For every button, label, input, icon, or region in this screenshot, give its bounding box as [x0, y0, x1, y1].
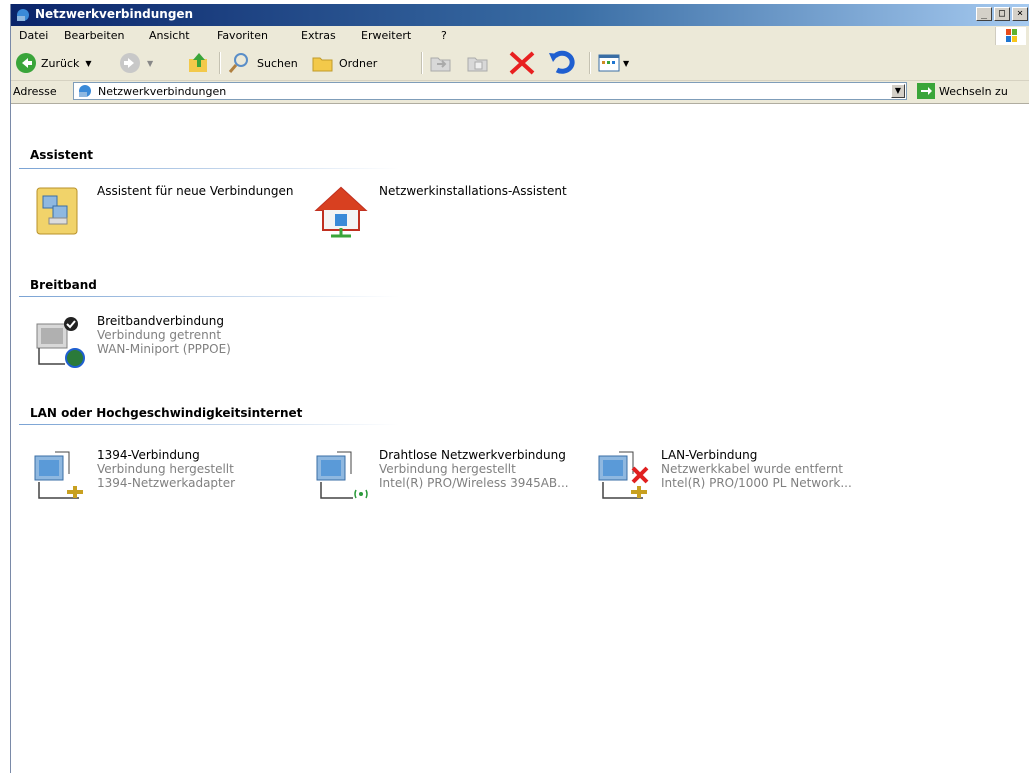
- folders-label: Ordner: [339, 56, 378, 70]
- group-header-assistent: Assistent: [30, 148, 93, 162]
- item-name: Drahtlose Netzwerkverbindung: [379, 448, 566, 462]
- item-1394-connection[interactable]: 1394-Verbindung Verbindung hergestellt 1…: [31, 448, 235, 504]
- toolbar: Zurück ▼ ▼ Suchen Ordner ▼: [11, 46, 1029, 81]
- wizard-icon: [36, 187, 78, 235]
- menu-datei[interactable]: Datei: [19, 29, 48, 42]
- item-status: Verbindung hergestellt: [379, 462, 516, 476]
- item-device: Intel(R) PRO/1000 PL Network...: [661, 476, 852, 490]
- copy-to-button[interactable]: [466, 50, 490, 76]
- search-icon: [228, 53, 248, 73]
- go-button[interactable]: Wechseln zu: [917, 83, 1008, 99]
- item-status: Verbindung getrennt: [97, 328, 222, 342]
- back-button[interactable]: Zurück ▼: [15, 50, 92, 76]
- up-folder-icon: [189, 53, 207, 72]
- undo-button[interactable]: [547, 50, 577, 76]
- item-name: LAN-Verbindung: [661, 448, 758, 462]
- copy-to-icon: [467, 57, 488, 72]
- network-connections-icon: [79, 85, 91, 97]
- item-name: Assistent für neue Verbindungen: [97, 184, 294, 198]
- item-device: Intel(R) PRO/Wireless 3945AB...: [379, 476, 569, 490]
- group-header-lan: LAN oder Hochgeschwindigkeitsinternet: [30, 406, 303, 420]
- address-label: Adresse: [13, 85, 57, 98]
- menu-favoriten[interactable]: Favoriten: [217, 29, 268, 42]
- address-value: Netzwerkverbindungen: [98, 85, 227, 98]
- window-title: Netzwerkverbindungen: [35, 7, 194, 21]
- back-label: Zurück: [41, 56, 80, 70]
- toolbar-separator: [589, 52, 591, 74]
- group-divider: [19, 168, 399, 169]
- delete-button[interactable]: [507, 50, 537, 76]
- address-dropdown-icon[interactable]: ▼: [891, 84, 905, 98]
- go-arrow-icon: [917, 83, 935, 99]
- item-new-connection-wizard[interactable]: Assistent für neue Verbindungen: [31, 184, 293, 240]
- forward-button[interactable]: ▼: [119, 50, 153, 76]
- broadband-icon: [36, 317, 85, 368]
- views-button[interactable]: ▼: [597, 50, 629, 76]
- item-name: Netzwerkinstallations-Assistent: [379, 184, 567, 198]
- title-bar[interactable]: Netzwerkverbindungen _ □ ×: [11, 4, 1029, 26]
- item-name: Breitbandverbindung: [97, 314, 224, 328]
- item-broadband-connection[interactable]: Breitbandverbindung Verbindung getrennt …: [31, 314, 231, 370]
- maximize-button[interactable]: □: [994, 7, 1010, 21]
- windows-logo-icon: [995, 27, 1026, 45]
- item-status: Netzwerkkabel wurde entfernt: [661, 462, 843, 476]
- menu-ansicht[interactable]: Ansicht: [149, 29, 190, 42]
- search-label: Suchen: [257, 56, 298, 70]
- undo-icon: [549, 50, 575, 74]
- network-connections-icon: [17, 9, 29, 21]
- views-icon: [598, 54, 620, 72]
- address-input[interactable]: Netzwerkverbindungen ▼: [73, 82, 907, 100]
- group-header-breitband: Breitband: [30, 278, 97, 292]
- toolbar-separator: [421, 52, 423, 74]
- lan-icon: [34, 451, 83, 499]
- menu-bar: Datei Bearbeiten Ansicht Favoriten Extra…: [11, 26, 1029, 47]
- item-device: WAN-Miniport (PPPOE): [97, 342, 231, 356]
- menu-extras[interactable]: Extras: [301, 29, 336, 42]
- forward-arrow-icon: [120, 53, 140, 73]
- up-folder-button[interactable]: [187, 50, 211, 76]
- content-pane: Assistent Assistent für neue Verbindunge…: [11, 104, 1029, 773]
- address-bar: Adresse Netzwerkverbindungen ▼ Wechseln …: [11, 81, 1029, 104]
- item-status: Verbindung hergestellt: [97, 462, 234, 476]
- go-label: Wechseln zu: [939, 84, 1008, 98]
- minimize-button[interactable]: _: [976, 7, 992, 21]
- item-lan-connection[interactable]: LAN-Verbindung Netzwerkkabel wurde entfe…: [595, 448, 852, 504]
- forward-dropdown-icon[interactable]: ▼: [147, 59, 153, 68]
- back-dropdown-icon[interactable]: ▼: [85, 59, 91, 68]
- move-to-icon: [430, 57, 451, 72]
- toolbar-separator: [219, 52, 221, 74]
- search-button[interactable]: Suchen: [227, 50, 298, 76]
- menu-bearbeiten[interactable]: Bearbeiten: [64, 29, 124, 42]
- explorer-window: Netzwerkverbindungen _ □ × Datei Bearbei…: [10, 4, 1029, 773]
- item-name: 1394-Verbindung: [97, 448, 200, 462]
- item-device: 1394-Netzwerkadapter: [97, 476, 236, 490]
- move-to-button[interactable]: [429, 50, 453, 76]
- folders-icon: [312, 57, 333, 72]
- menu-help[interactable]: ?: [441, 29, 447, 42]
- lan-disconnected-icon: [598, 451, 649, 499]
- item-network-setup-wizard[interactable]: Netzwerkinstallations-Assistent: [313, 184, 567, 240]
- group-divider: [19, 296, 399, 297]
- menu-erweitert[interactable]: Erweitert: [361, 29, 411, 42]
- folders-button[interactable]: Ordner: [311, 50, 377, 76]
- back-arrow-icon: [16, 53, 36, 73]
- item-wireless-connection[interactable]: Drahtlose Netzwerkverbindung Verbindung …: [313, 448, 569, 504]
- home-network-icon: [314, 186, 368, 238]
- delete-x-icon: [509, 51, 535, 75]
- close-button[interactable]: ×: [1012, 7, 1028, 21]
- group-divider: [19, 424, 399, 425]
- wireless-icon: [316, 451, 368, 499]
- views-dropdown-icon[interactable]: ▼: [623, 59, 629, 68]
